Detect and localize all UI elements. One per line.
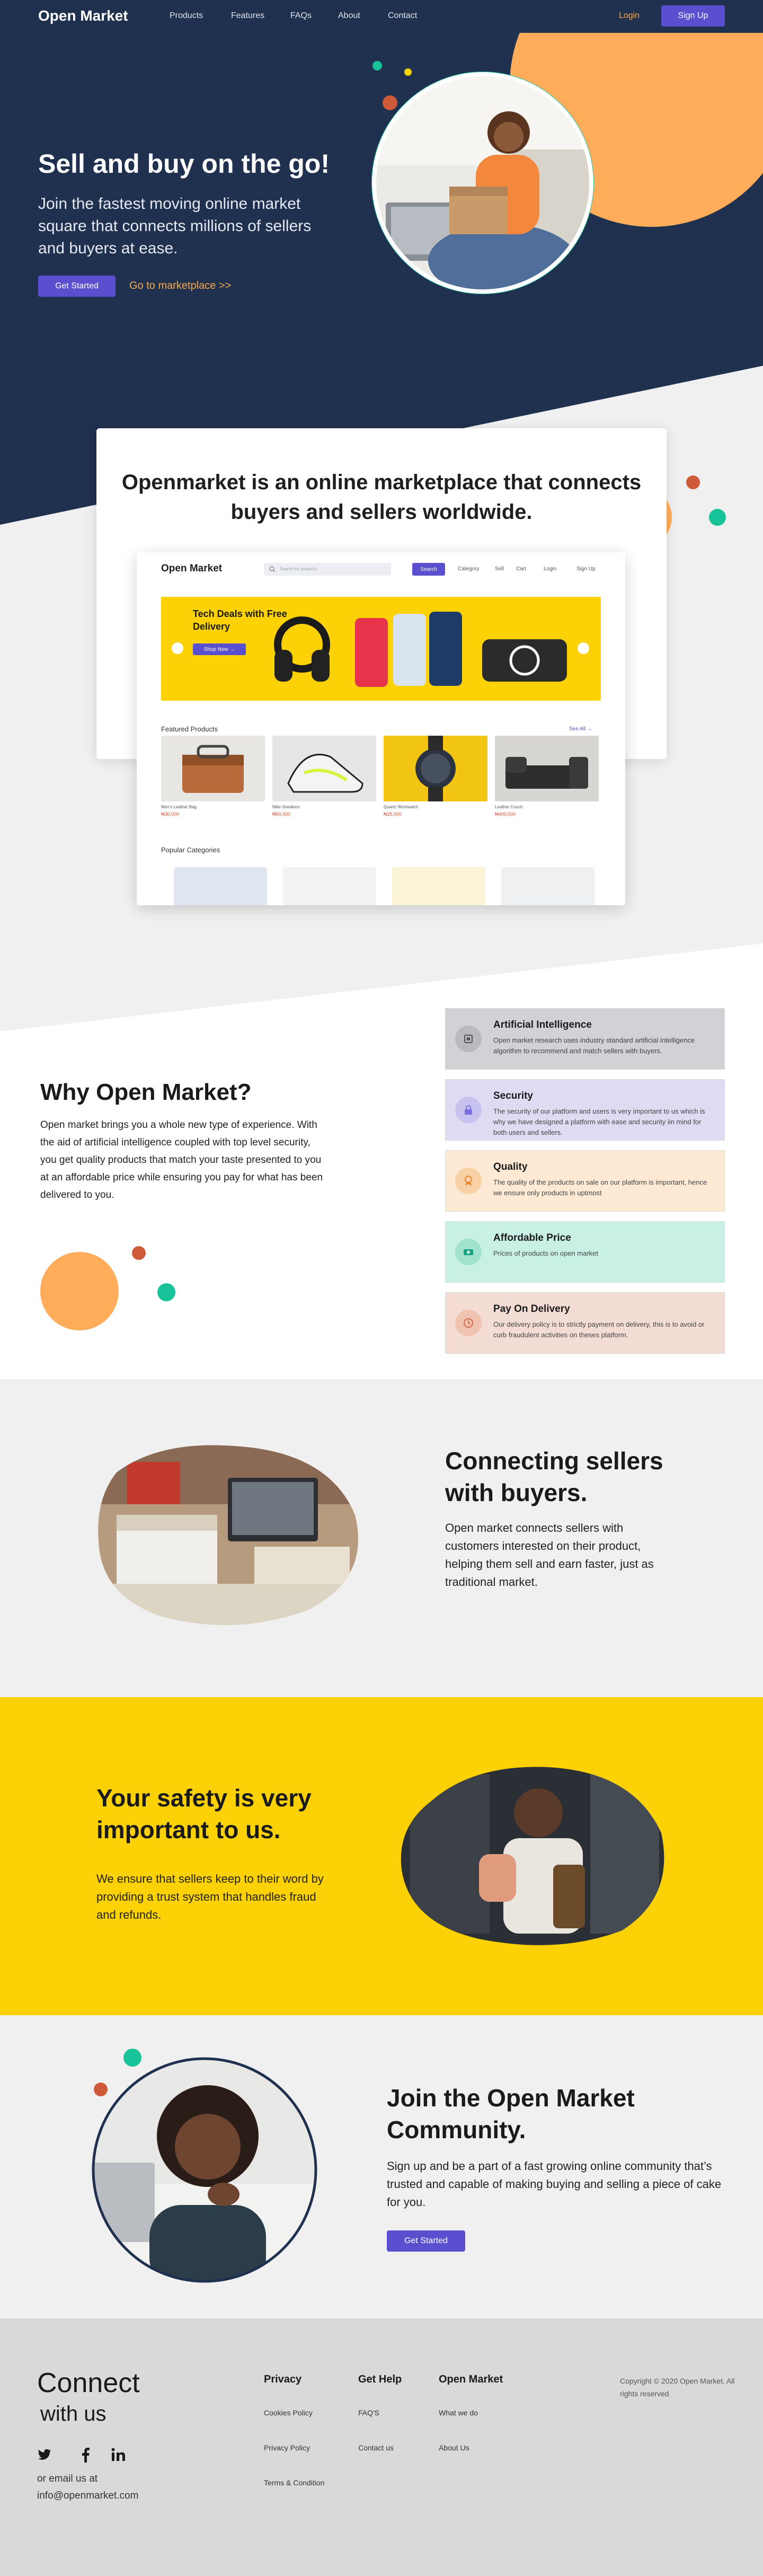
category-card [283,867,376,905]
footer-openmarket-title: Open Market [439,2374,503,2385]
nav-link-faqs[interactable]: FAQs [290,11,312,21]
signup-button[interactable]: Sign Up [661,5,725,27]
feature-card-ai: Artificial Intelligence Open market rese… [445,1008,725,1070]
mockup-nav-login: Login [544,566,557,572]
mockup-next-arrow-icon [578,642,589,654]
category-card [392,867,485,905]
delivery-icon [455,1310,482,1336]
mockup-see-all-link: See All → [569,726,592,732]
mockup-search-icon [269,566,276,572]
feature-desc: Open market research uses industry stand… [493,1036,695,1055]
footer-link-faqs[interactable]: FAQ'S [358,2409,379,2417]
mockup-nav-cart: Cart [516,566,526,572]
feature-card-quality: Quality The quality of the products on s… [445,1150,725,1212]
feature-title: Artificial Intelligence [493,1019,592,1030]
mockup-nav-signup: Sign Up [576,566,596,572]
feature-title: Quality [493,1161,528,1172]
footer-link-contact[interactable]: Contact us [358,2443,394,2452]
footer-email-link[interactable]: info@openmarket.com [37,2490,138,2502]
quality-icon [455,1168,482,1194]
feature-desc: The security of our platform and users i… [493,1107,705,1136]
mockup-search-input: Search for products [264,563,391,576]
hero-title: Sell and buy on the go! [38,149,330,179]
nav-link-about[interactable]: About [338,11,360,21]
safety-title: Your safety is very important to us. [96,1784,312,1843]
feature-title: Affordable Price [493,1232,571,1243]
mockup-categories-title: Popular Categories [161,846,220,854]
chip-icon [455,1026,482,1052]
community-woman-photo [92,2057,317,2283]
feature-desc: Our delivery policy is to strictly payme… [493,1320,705,1339]
product-price: ₦30,000 [161,811,180,817]
feature-desc: The quality of the products on sale on o… [493,1178,707,1197]
join-get-started-button[interactable]: Get Started [387,2230,465,2252]
footer-email-label: or email us at [37,2473,98,2484]
marketplace-mockup: Open Market Search for products Search C… [137,552,625,905]
mockup-logo: Open Market [161,563,223,574]
connecting-body: Open market connects sellers with custom… [445,1521,654,1589]
nav-link-features[interactable]: Features [231,11,264,21]
footer-link-terms[interactable]: Terms & Condition [264,2478,324,2487]
hero-get-started-button[interactable]: Get Started [38,276,116,297]
mockup-nav-category: Category [458,566,480,572]
feature-desc: Prices of products on open market [493,1249,598,1257]
product-image-watch [384,736,487,801]
seller-packing-photo [98,1445,359,1625]
footer-connect-title: Connect [37,2368,140,2398]
feature-card-price: Affordable Price Prices of products on o… [445,1221,725,1283]
safety-body: We ensure that sellers keep to their wor… [96,1872,324,1921]
footer-copyright: Copyright © 2020 Open Market. All rights… [620,2377,735,2398]
intro-title: Openmarket is an online marketplace that… [121,471,642,524]
product-name: Men's Leather Bag [161,805,197,809]
category-card [501,867,595,905]
marketplace-link[interactable]: Go to marketplace >> [129,280,231,292]
join-body: Sign up and be a part of a fast growing … [387,2159,722,2209]
mockup-shop-now-button: Shop Now → [193,643,246,655]
mockup-featured-title: Featured Products [161,725,218,733]
footer-link-about[interactable]: About Us [439,2443,469,2452]
footer-link-what-we-do[interactable]: What we do [439,2409,478,2417]
feature-card-delivery: Pay On Delivery Our delivery policy is t… [445,1292,725,1354]
connecting-title: Connecting sellers with buyers. [445,1447,663,1506]
category-card [174,867,267,905]
product-name: Nike Sneakers [272,805,300,809]
nav-link-products[interactable]: Products [170,11,203,21]
hero-woman-photo [371,72,594,294]
why-title: Why Open Market? [40,1079,252,1105]
product-name: Quartz Wristwatch [384,805,419,809]
footer-link-privacy[interactable]: Privacy Policy [264,2443,310,2452]
mockup-banner-products [274,612,567,687]
linkedin-icon[interactable] [111,2448,126,2462]
wine-seller-photo [401,1767,664,1945]
feature-title: Pay On Delivery [493,1303,570,1315]
nav-link-contact[interactable]: Contact [388,11,417,21]
feature-card-security: Security The security of our platform an… [445,1079,725,1141]
product-image-couch [495,736,599,801]
product-image-bag [161,736,265,801]
mockup-nav-sell: Sell [495,566,504,572]
mockup-prev-arrow-icon [172,642,183,654]
mockup-search-button: Search [412,563,445,576]
product-name: Leather Couch [495,805,523,809]
top-nav: Open Market Products Features FAQs About… [0,0,763,33]
product-price: ₦25,000 [384,811,402,817]
footer-help-title: Get Help [358,2374,402,2385]
product-price: ₦400,000 [495,811,516,817]
footer-privacy-title: Privacy [264,2374,302,2385]
product-price: ₦50,000 [272,811,291,817]
feature-title: Security [493,1090,533,1101]
facebook-icon[interactable] [82,2447,90,2463]
footer-link-cookies[interactable]: Cookies Policy [264,2409,313,2417]
why-body: Open market brings you a whole new type … [40,1119,323,1201]
money-icon [455,1239,482,1265]
join-title: Join the Open Market Community. [387,2084,635,2143]
mockup-banner: Tech Deals with Free Delivery Shop Now → [161,597,601,701]
product-image-sneakers [272,736,376,801]
login-link[interactable]: Login [619,11,640,21]
twitter-icon[interactable] [38,2448,52,2462]
site-logo[interactable]: Open Market [38,7,128,24]
hero-subtitle: Join the fastest moving online market sq… [38,195,312,257]
lock-icon [455,1097,482,1123]
footer-with-us: with us [40,2402,107,2425]
